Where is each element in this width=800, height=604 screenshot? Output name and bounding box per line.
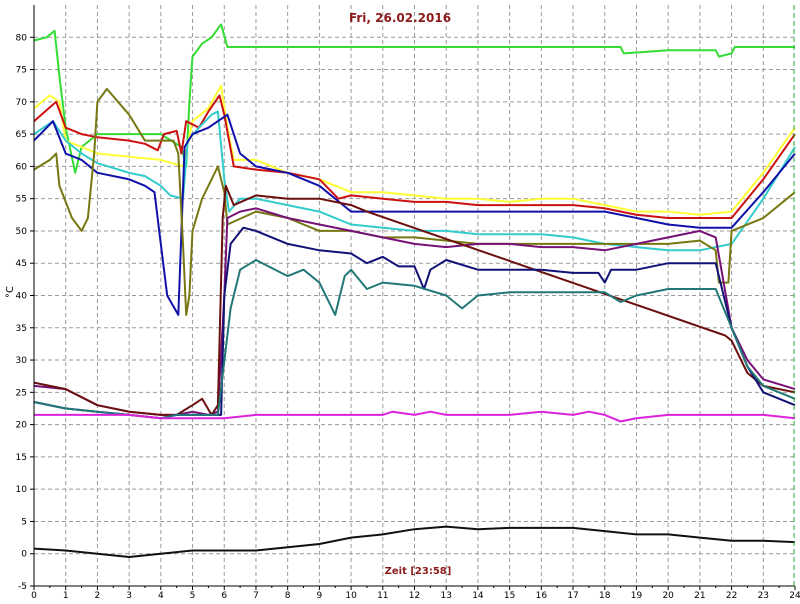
x-tick-label: 6: [221, 591, 227, 600]
y-tick-label: 75: [16, 66, 27, 76]
x-tick-label: 17: [567, 591, 578, 600]
x-tick-label: 12: [409, 591, 420, 600]
y-tick-label: 5: [21, 517, 27, 527]
x-tick-label: 23: [758, 591, 769, 600]
x-tick-label: 18: [599, 591, 611, 600]
x-tick-label: 8: [285, 591, 291, 600]
x-tick-label: 21: [694, 591, 705, 600]
x-tick-label: 7: [253, 591, 259, 600]
x-tick-label: 16: [536, 591, 548, 600]
y-tick-label: 35: [16, 324, 27, 334]
x-tick-label: 15: [504, 591, 515, 600]
y-tick-label: 10: [16, 485, 28, 495]
y-tick-label: 55: [16, 195, 27, 205]
x-tick-label: 13: [440, 591, 451, 600]
x-tick-label: 9: [317, 591, 323, 600]
x-tick-label: 24: [789, 591, 800, 600]
y-tick-label: -5: [18, 582, 27, 592]
x-tick-label: 0: [31, 591, 37, 600]
y-tick-label: 15: [16, 453, 27, 463]
x-axis-label: Zeit [23:58]: [385, 566, 452, 577]
y-tick-label: 20: [16, 421, 28, 431]
y-tick-label: 80: [16, 33, 28, 43]
y-tick-label: 30: [16, 356, 28, 366]
temperature-chart: 0 1 2 3 4 5 6 7 8 9 10 11 12 13 14 15 16 17 18 19 20 21 22 23 24…: [0, 0, 800, 601]
y-axis-label: °C: [5, 286, 16, 298]
x-tick-label: 14: [472, 591, 484, 600]
y-tick-label: 0: [21, 550, 27, 560]
x-tick-label: 3: [126, 591, 132, 600]
x-tick-label: 4: [158, 591, 164, 600]
x-tick-label: 10: [345, 591, 357, 600]
y-tick-label: 50: [16, 227, 28, 237]
x-tick-label: 20: [662, 591, 674, 600]
y-tick-label: 40: [16, 292, 28, 302]
x-tick-label: 2: [95, 591, 101, 600]
x-tick-label: 1: [63, 591, 69, 600]
chart-background: [0, 0, 800, 600]
x-tick-label: 22: [726, 591, 737, 600]
y-tick-label: 60: [16, 162, 28, 172]
x-tick-label: 19: [631, 591, 643, 600]
y-tick-label: 45: [16, 259, 27, 269]
chart-window: 0 1 2 3 4 5 6 7 8 9 10 11 12 13 14 15 16 17 18 19 20 21 22 23 24…: [0, 0, 800, 601]
y-tick-label: 25: [16, 388, 27, 398]
chart-title: Fri, 26.02.2016: [349, 11, 451, 25]
x-tick-label: 11: [377, 591, 388, 600]
x-tick-label: 5: [190, 591, 196, 600]
y-tick-label: 65: [16, 130, 27, 140]
y-tick-label: 70: [16, 98, 28, 108]
